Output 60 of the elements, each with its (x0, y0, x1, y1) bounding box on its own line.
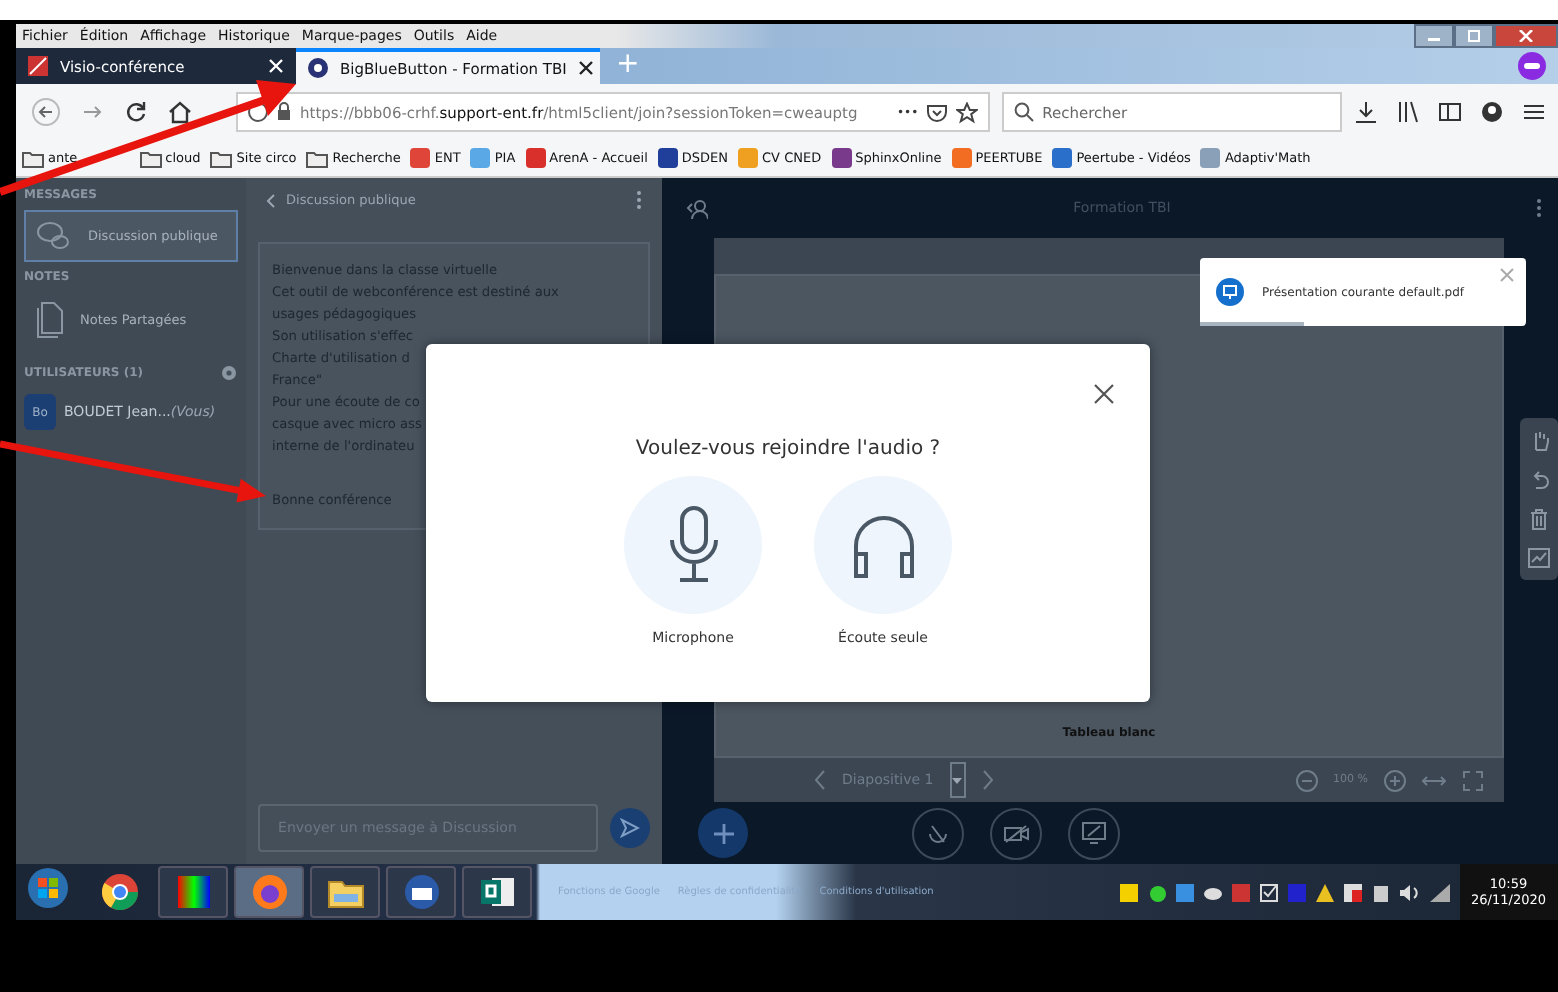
trash-icon[interactable] (1530, 508, 1548, 530)
send-icon (620, 818, 640, 838)
checkbox-icon[interactable] (1259, 883, 1278, 901)
folder-taskbar-icon[interactable] (310, 866, 380, 918)
document-icon (36, 302, 64, 338)
lock-icon (276, 102, 292, 122)
back-button[interactable] (28, 98, 64, 126)
more-options-icon[interactable] (1535, 198, 1542, 218)
site-logo-icon (308, 58, 328, 78)
screen-share-icon (1082, 822, 1106, 844)
hand-icon[interactable] (1529, 430, 1549, 452)
publisher-taskbar-icon[interactable] (462, 866, 532, 918)
folder-icon (22, 149, 44, 167)
page-icon (28, 56, 48, 76)
camera-off-icon (1003, 823, 1029, 843)
chat-bubbles-icon (36, 220, 72, 252)
chart-icon[interactable] (1528, 548, 1550, 568)
sidebar-icon[interactable] (1438, 100, 1462, 124)
plus-icon (711, 821, 735, 845)
undo-icon[interactable] (1529, 470, 1549, 490)
settings-icon[interactable] (220, 364, 239, 382)
library-icon[interactable] (1396, 100, 1420, 124)
menu-icon[interactable] (1522, 100, 1546, 124)
folder-icon (210, 149, 233, 167)
account-icon[interactable] (1480, 100, 1504, 124)
chevron-left-icon (266, 193, 277, 207)
signal-icon[interactable] (1429, 883, 1450, 901)
folder-icon (306, 149, 329, 167)
close-button[interactable] (1494, 24, 1558, 48)
downloads-icon[interactable] (1354, 100, 1378, 124)
close-icon[interactable] (578, 60, 595, 76)
audio-button[interactable] (912, 807, 964, 859)
star-icon[interactable] (956, 101, 979, 123)
pocket-icon[interactable] (926, 101, 949, 123)
home-icon (168, 100, 192, 124)
maximize-button[interactable] (1454, 24, 1494, 48)
users-toggle-icon[interactable] (686, 197, 708, 219)
media-app-taskbar-icon[interactable] (158, 866, 228, 918)
more-options-icon[interactable] (636, 190, 642, 210)
home-button[interactable] (164, 100, 196, 124)
maximize-icon (1466, 30, 1482, 42)
presentation-icon (1216, 278, 1244, 306)
reload-icon (124, 100, 148, 124)
screen-share-button[interactable] (1068, 807, 1120, 859)
caret-icon (952, 777, 963, 783)
send-button[interactable] (610, 808, 650, 848)
private-mask-icon (1518, 52, 1546, 80)
dialog-title: Voulez-vous rejoindre l'audio ? (635, 438, 941, 460)
minimize-button[interactable] (1414, 24, 1454, 48)
folder-icon (139, 149, 162, 167)
camera-button[interactable] (990, 807, 1042, 859)
volume-icon[interactable] (1399, 883, 1420, 901)
microphone-icon (667, 505, 719, 585)
add-button[interactable] (698, 808, 748, 858)
cloud-icon[interactable] (1203, 883, 1222, 901)
search-icon (1014, 102, 1035, 122)
slide-dropdown-button[interactable] (949, 762, 966, 798)
close-icon[interactable] (1094, 384, 1114, 404)
close-icon (1518, 30, 1534, 42)
flag-warning-icon[interactable] (1315, 883, 1334, 901)
